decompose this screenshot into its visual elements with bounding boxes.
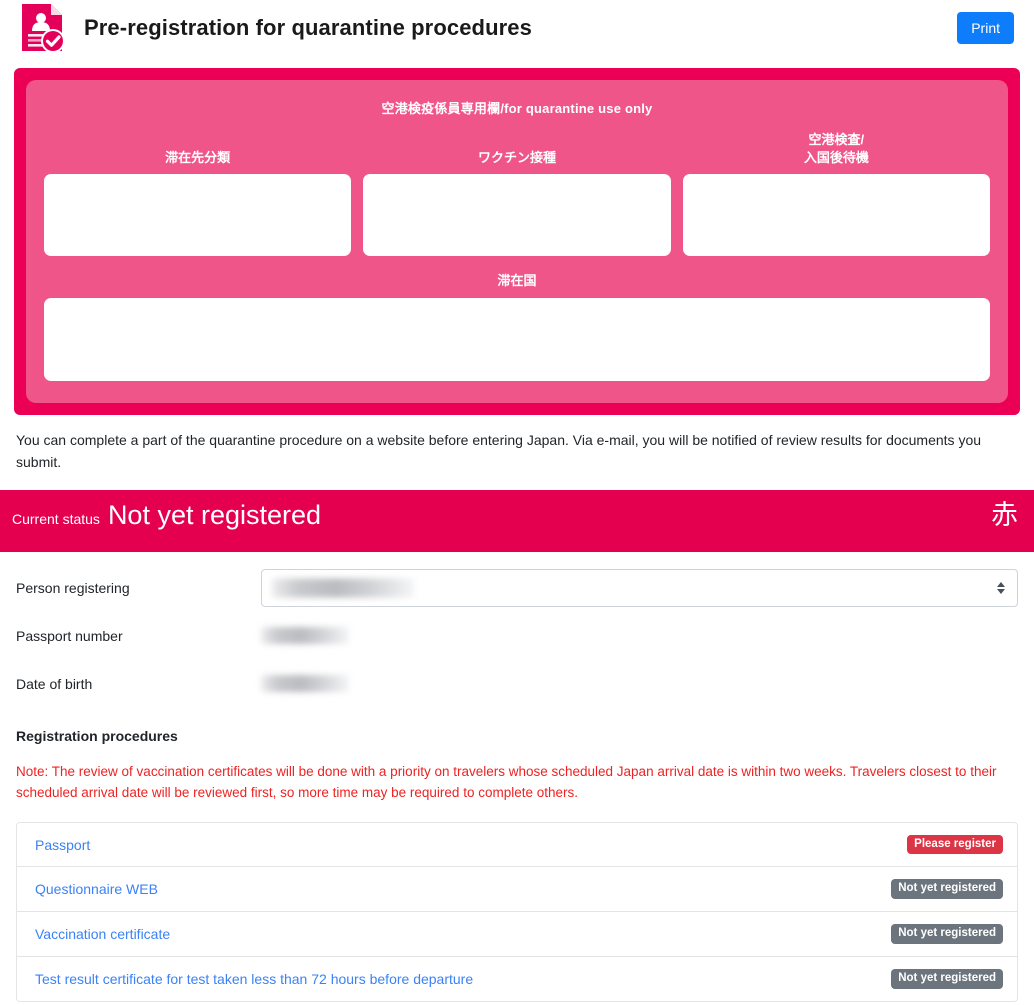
date-of-birth-value (261, 675, 349, 693)
procedure-link-passport[interactable]: Passport (35, 837, 907, 853)
status-banner: Current status Not yet registered 赤 (0, 489, 1034, 552)
quarantine-field-country-row: 滞在国 (44, 272, 990, 381)
quarantine-field-box[interactable] (44, 174, 352, 257)
form-label: Date of birth (16, 675, 93, 692)
registration-procedures-list: Passport Please register Questionnaire W… (16, 821, 1018, 1002)
form-row-person-registering: Person registering (16, 564, 1018, 612)
quarantine-field-box[interactable] (363, 174, 671, 257)
procedure-link-test-result-certificate[interactable]: Test result certificate for test taken l… (35, 971, 891, 987)
procedure-link-vaccination-certificate[interactable]: Vaccination certificate (35, 926, 891, 942)
quarantine-panel-heading: 空港検疫係員専用欄/for quarantine use only (381, 101, 653, 116)
form-control-wrap (261, 675, 1018, 693)
status-badge: Not yet registered (891, 968, 1003, 989)
passport-number-value (261, 627, 349, 645)
redacted-value (272, 578, 414, 598)
quarantine-panel-inner: 空港検疫係員専用欄/for quarantine use only 滞在先分類 … (26, 80, 1008, 403)
quarantine-field-label: 空港検査/ 入国後待機 (803, 132, 869, 165)
quarantine-panel: 空港検疫係員専用欄/for quarantine use only 滞在先分類 … (14, 68, 1020, 415)
procedure-link-questionnaire-web[interactable]: Questionnaire WEB (35, 881, 891, 897)
quarantine-field-label: ワクチン接種 (477, 149, 556, 165)
status-badge: Please register (907, 834, 1003, 855)
quarantine-field-row: 滞在先分類 ワクチン接種 空港検査/ 入国後待機 (44, 131, 990, 257)
status-value: Not yet registered (107, 499, 322, 530)
print-button[interactable]: Print (957, 11, 1014, 45)
status-label: Current status (12, 510, 100, 527)
status-color-mark: 赤 (991, 499, 1018, 530)
quarantine-field-box[interactable] (682, 174, 990, 257)
list-item[interactable]: Vaccination certificate Not yet register… (17, 912, 1017, 957)
description-text: You can complete a part of the quarantin… (16, 431, 982, 471)
document-person-check-icon (22, 4, 65, 53)
form-label: Passport number (16, 627, 123, 644)
registration-note: Note: The review of vaccination certific… (16, 763, 997, 800)
registration-procedures-title: Registration procedures (16, 727, 178, 744)
quarantine-field-airport-test: 空港検査/ 入国後待機 (682, 131, 990, 257)
form-row-passport-number: Passport number (16, 612, 1018, 660)
form-control-wrap (261, 568, 1018, 607)
form-control-wrap (261, 627, 1018, 645)
list-item[interactable]: Passport Please register (17, 822, 1017, 868)
quarantine-field-vaccination: ワクチン接種 (363, 149, 671, 257)
form-row-date-of-birth: Date of birth (16, 660, 1018, 708)
list-item[interactable]: Test result certificate for test taken l… (17, 956, 1017, 1001)
quarantine-field-label: 滞在国 (497, 273, 537, 289)
applicant-form: Person registering Passport number Date … (0, 552, 1034, 712)
quarantine-field-label: 滞在先分類 (165, 149, 231, 165)
status-badge: Not yet registered (891, 879, 1003, 900)
status-badge: Not yet registered (891, 924, 1003, 944)
list-item[interactable]: Questionnaire WEB Not yet registered (17, 867, 1017, 913)
quarantine-field-stay-category: 滞在先分類 (44, 149, 352, 257)
quarantine-field-box-country[interactable] (44, 297, 990, 381)
chevron-updown-icon (997, 581, 1005, 594)
page-title: Pre-registration for quarantine procedur… (84, 14, 532, 40)
page-root: Pre-registration for quarantine procedur… (0, 0, 1034, 1005)
person-registering-select[interactable] (261, 568, 1018, 607)
form-label: Person registering (16, 579, 130, 596)
page-header: Pre-registration for quarantine procedur… (0, 0, 1034, 58)
